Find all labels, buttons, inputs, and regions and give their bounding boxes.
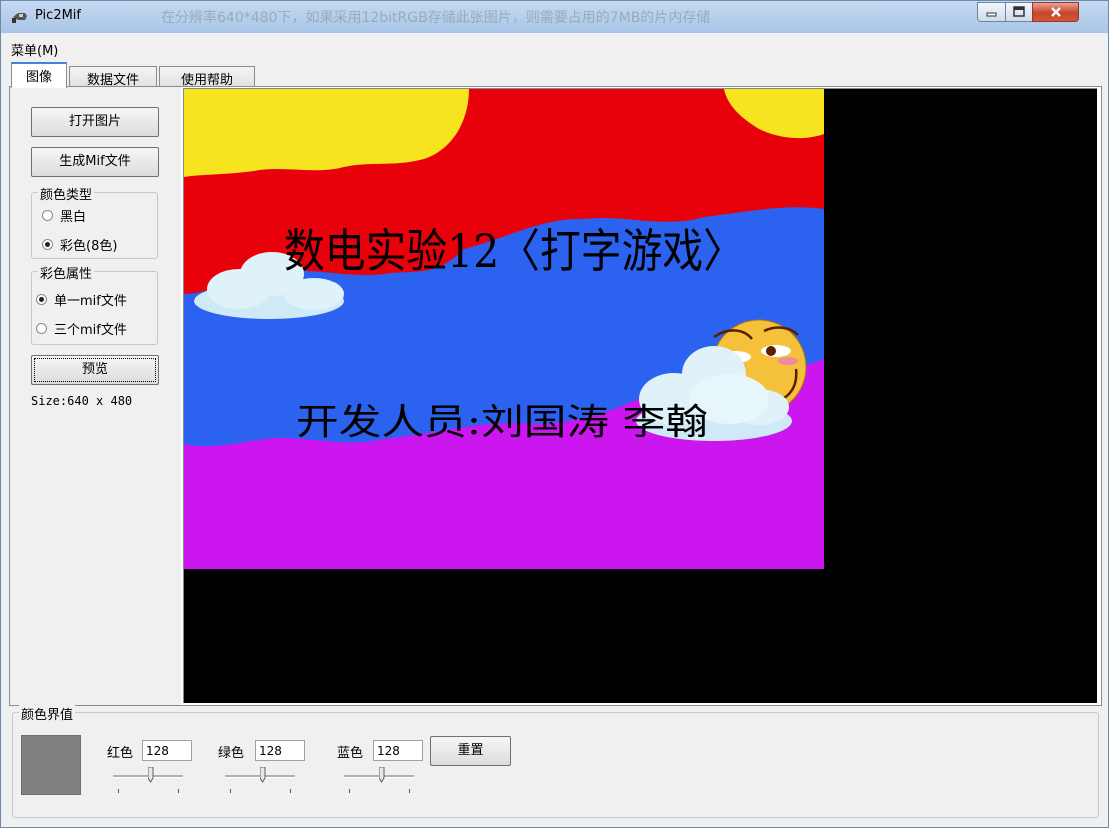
main-window: Pic2Mif 在分辨率640*480下，如果采用12bitRGB存储此张图片，… <box>0 0 1109 828</box>
color-swatch <box>21 735 81 795</box>
maximize-button[interactable] <box>1005 2 1033 22</box>
slider-tick <box>349 789 350 793</box>
radio-three-mif-label: 三个mif文件 <box>54 323 127 338</box>
tab-help[interactable]: 使用帮助 <box>159 66 255 88</box>
tab-data-file[interactable]: 数据文件 <box>69 66 157 88</box>
minimize-button[interactable] <box>977 2 1006 22</box>
color-type-legend: 颜色类型 <box>38 184 95 203</box>
color-attr-legend: 彩色属性 <box>38 263 95 282</box>
reset-button[interactable]: 重置 <box>430 736 511 766</box>
image-developers-text: 开发人员:刘国涛 李翰 <box>296 402 708 443</box>
radio-single-mif-label: 单一mif文件 <box>54 294 127 309</box>
app-icon <box>12 13 27 23</box>
radio-indicator <box>36 294 47 305</box>
color-threshold-group: 颜色界值 <box>12 704 1099 818</box>
close-icon <box>1050 7 1061 17</box>
slider-thumb[interactable] <box>148 767 154 783</box>
red-value-input[interactable] <box>142 740 192 761</box>
radio-color-8-label: 彩色(8色) <box>60 239 118 254</box>
generate-mif-button[interactable]: 生成Mif文件 <box>31 147 159 177</box>
background-window-text: 在分辨率640*480下，如果采用12bitRGB存储此张图片，则需要占用的7M… <box>161 10 711 26</box>
blue-value-input[interactable] <box>373 740 423 761</box>
image-title-text: 数电实验12〈打字游戏〉 <box>284 224 744 278</box>
radio-three-mif[interactable]: 三个mif文件 <box>36 319 127 338</box>
green-label: 绿色 <box>218 746 245 761</box>
slider-tick <box>118 789 119 793</box>
radio-black-white[interactable]: 黑白 <box>42 206 86 225</box>
red-slider[interactable] <box>113 767 185 793</box>
green-slider[interactable] <box>225 767 297 793</box>
radio-indicator <box>42 239 53 250</box>
radio-single-mif[interactable]: 单一mif文件 <box>36 290 127 309</box>
open-image-button[interactable]: 打开图片 <box>31 107 159 137</box>
radio-color-8[interactable]: 彩色(8色) <box>42 235 117 254</box>
tab-strip: 图像 数据文件 使用帮助 <box>9 62 1102 88</box>
slider-thumb[interactable] <box>379 767 385 783</box>
color-threshold-legend: 颜色界值 <box>19 704 76 723</box>
blue-slider[interactable] <box>344 767 416 793</box>
slider-tick <box>230 789 231 793</box>
green-value-input[interactable] <box>255 740 305 761</box>
minimize-icon <box>986 12 996 17</box>
radio-indicator <box>36 323 47 334</box>
radio-indicator <box>42 210 53 221</box>
image-preview-canvas[interactable]: 数电实验12〈打字游戏〉 开发人员:刘国涛 李翰 <box>183 88 1097 703</box>
slider-thumb[interactable] <box>260 767 266 783</box>
radio-black-white-label: 黑白 <box>60 210 87 225</box>
close-button[interactable] <box>1032 2 1079 22</box>
slider-tick <box>290 789 291 793</box>
blue-label: 蓝色 <box>337 746 364 761</box>
slider-tick <box>409 789 410 793</box>
preview-image: 数电实验12〈打字游戏〉 开发人员:刘国涛 李翰 <box>184 89 824 569</box>
tab-image[interactable]: 图像 <box>11 62 67 88</box>
menu-bar: 菜单(M) <box>1 34 1108 62</box>
image-size-label: Size:640 x 480 <box>31 394 133 408</box>
preview-button[interactable]: 预览 <box>31 355 159 385</box>
title-bar[interactable]: Pic2Mif 在分辨率640*480下，如果采用12bitRGB存储此张图片，… <box>1 1 1108 33</box>
slider-tick <box>178 789 179 793</box>
red-label: 红色 <box>107 746 134 761</box>
menu-main[interactable]: 菜单(M) <box>11 40 58 59</box>
window-title: Pic2Mif <box>35 8 81 23</box>
maximize-icon <box>1013 6 1025 17</box>
